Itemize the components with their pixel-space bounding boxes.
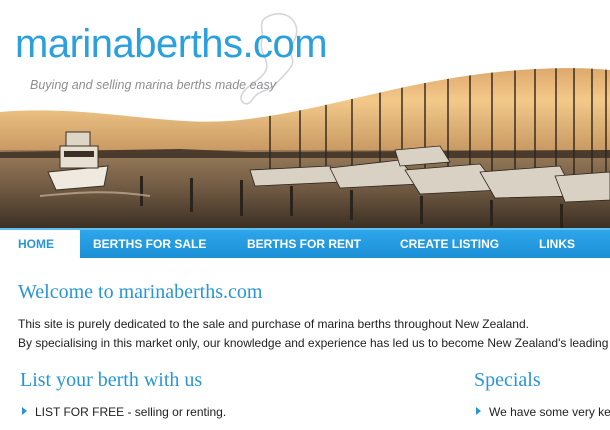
- main-nav: HOME BERTHS FOR SALE BERTHS FOR RENT CRE…: [0, 228, 610, 258]
- list-berth-heading: List your berth with us: [20, 369, 203, 391]
- specials-item: We have some very ke: [476, 405, 610, 419]
- intro-paragraph-2: By specialising in this market only, our…: [18, 336, 609, 350]
- bullet-arrow-icon: [476, 407, 481, 415]
- bullet-arrow-icon: [22, 407, 27, 415]
- intro-paragraph-1: This site is purely dedicated to the sal…: [18, 317, 529, 331]
- list-item-text: LIST FOR FREE - selling or renting.: [35, 405, 227, 419]
- page-title: Welcome to marinaberths.com: [18, 281, 263, 303]
- nav-item-berths-for-sale[interactable]: BERTHS FOR SALE: [93, 230, 206, 258]
- nav-item-berths-for-rent[interactable]: BERTHS FOR RENT: [247, 230, 361, 258]
- nav-item-home[interactable]: HOME: [0, 230, 80, 258]
- nav-item-create-listing[interactable]: CREATE LISTING: [400, 230, 499, 258]
- specials-item-text: We have some very ke: [489, 405, 610, 419]
- specials-heading: Specials: [474, 369, 541, 391]
- site-header: marinaberths.com Buying and selling mari…: [0, 0, 610, 228]
- nav-item-links[interactable]: LINKS: [539, 230, 575, 258]
- site-logo[interactable]: marinaberths.com: [15, 22, 328, 67]
- list-item: LIST FOR FREE - selling or renting.: [22, 405, 226, 419]
- site-tagline: Buying and selling marina berths made ea…: [30, 78, 276, 92]
